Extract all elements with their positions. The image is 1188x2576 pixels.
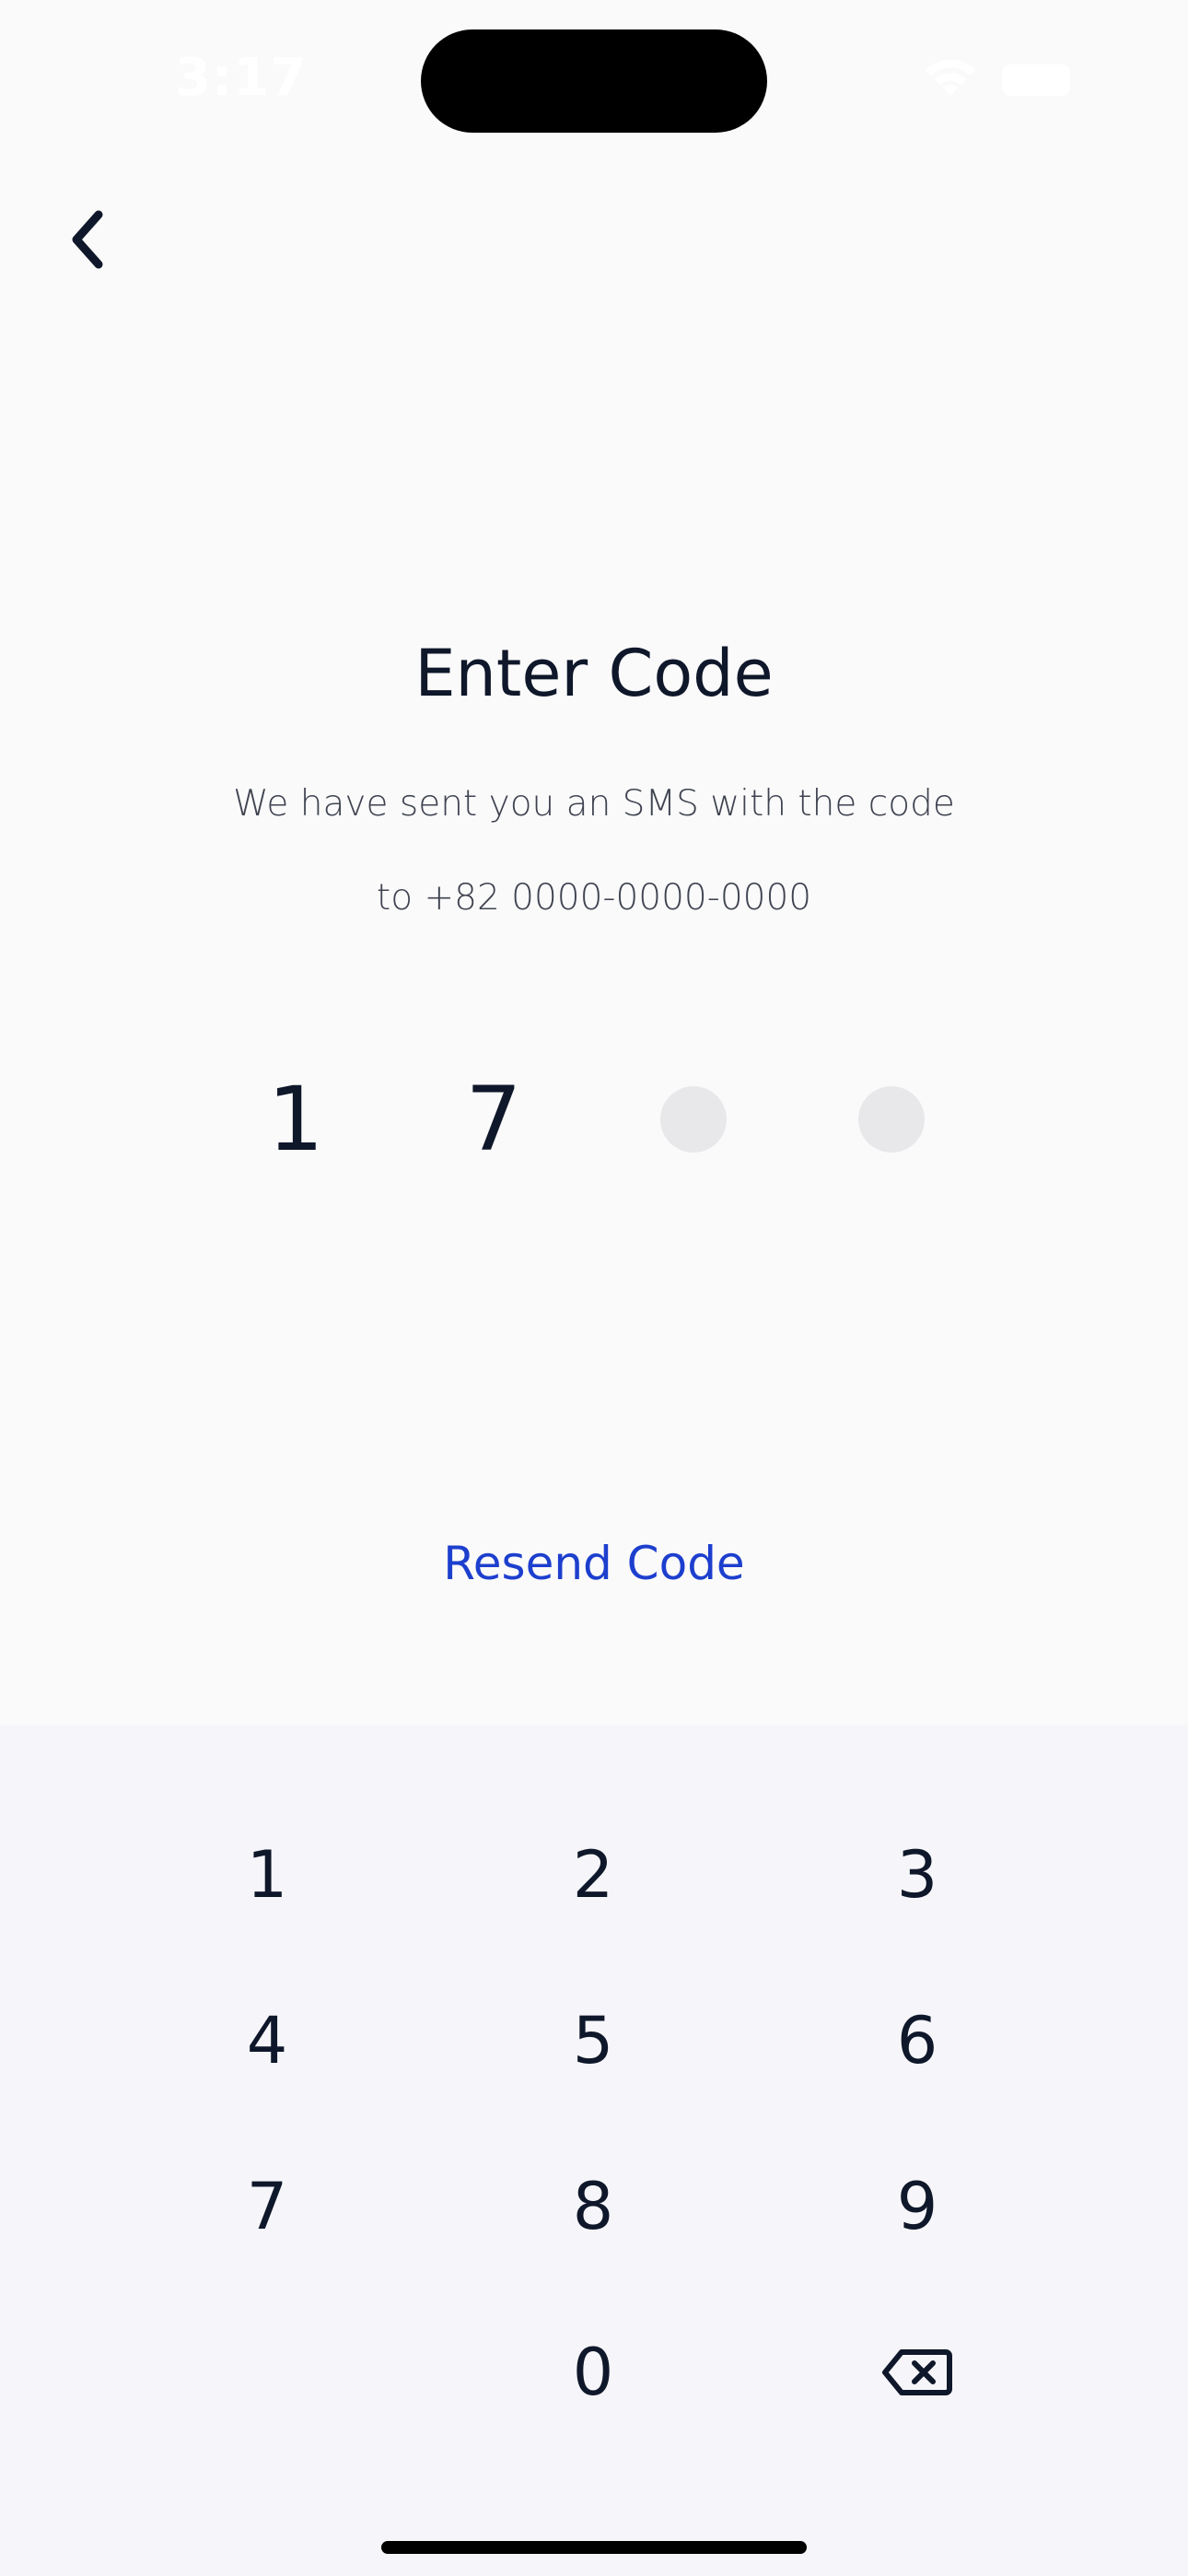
status-bar: 3:17	[0, 0, 1188, 138]
page-title: Enter Code	[414, 636, 774, 711]
keypad-key-4[interactable]: 4	[129, 1972, 405, 2110]
empty-code-dot	[660, 1086, 727, 1153]
instruction-text: We have sent you an SMS with the code	[233, 783, 955, 825]
empty-code-dot	[858, 1086, 925, 1153]
code-slot-2: 7	[434, 1060, 553, 1179]
status-time: 3:17	[175, 48, 308, 108]
wifi-icon	[923, 57, 978, 98]
code-digit: 1	[267, 1068, 324, 1171]
code-slot-1: 1	[236, 1060, 355, 1179]
battery-icon	[1002, 64, 1070, 96]
keypad-key-3[interactable]: 3	[779, 1806, 1055, 1944]
keypad-key-9[interactable]: 9	[779, 2137, 1055, 2276]
keypad-key-1[interactable]: 1	[129, 1806, 405, 1944]
code-slot-3	[634, 1060, 753, 1179]
verification-screen: 3:17 Enter Code We have sent you an SMS …	[0, 0, 1188, 2576]
dynamic-island	[421, 29, 767, 133]
keypad-key-6[interactable]: 6	[779, 1972, 1055, 2110]
code-input[interactable]: 1 7	[0, 1060, 1188, 1179]
chevron-left-icon	[72, 210, 103, 269]
code-slot-4	[832, 1060, 951, 1179]
code-digit: 7	[465, 1068, 522, 1171]
home-indicator	[381, 2541, 807, 2554]
delete-button[interactable]	[779, 2303, 1055, 2441]
keypad-key-2[interactable]: 2	[455, 1806, 731, 1944]
back-button[interactable]	[46, 198, 129, 281]
backspace-icon	[882, 2349, 952, 2395]
keypad-key-7[interactable]: 7	[129, 2137, 405, 2276]
keypad-key-5[interactable]: 5	[455, 1972, 731, 2110]
numeric-keypad: 1 2 3 4 5 6 7 8 9 0	[0, 1725, 1188, 2576]
keypad-key-0[interactable]: 0	[455, 2303, 731, 2441]
resend-code-button[interactable]: Resend Code	[0, 1537, 1188, 1590]
keypad-key-8[interactable]: 8	[455, 2137, 731, 2276]
phone-number-text: to +82 0000-0000-0000	[376, 877, 812, 919]
